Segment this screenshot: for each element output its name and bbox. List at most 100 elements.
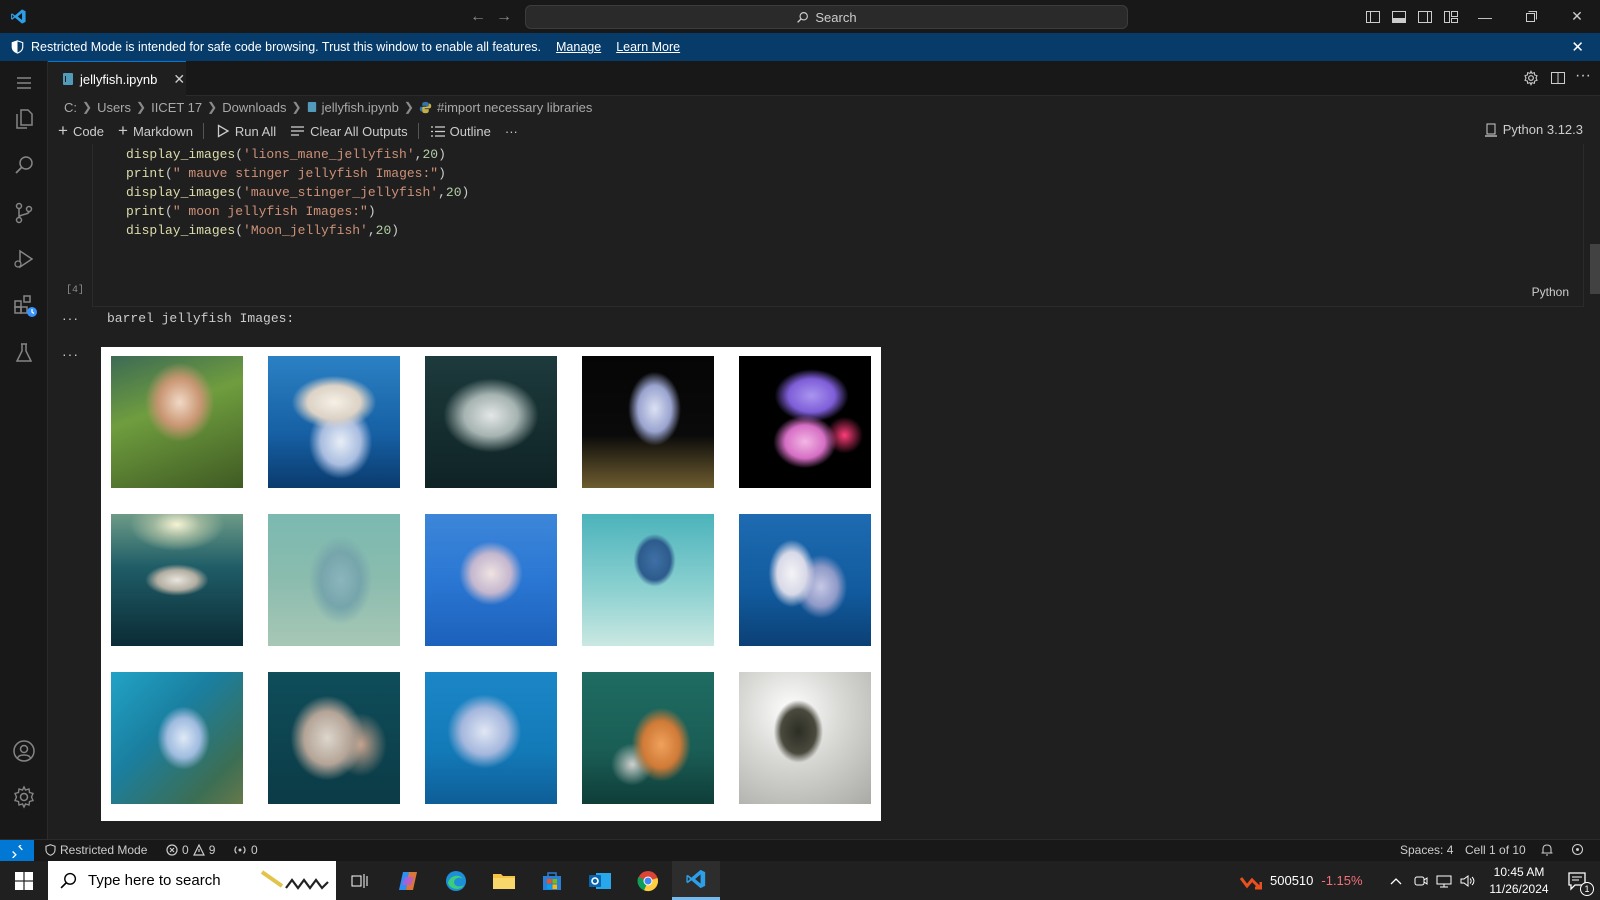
volume-icon[interactable] (1460, 861, 1476, 900)
jellyfish-image (111, 672, 243, 804)
vscode-taskbar-icon[interactable] (672, 861, 720, 900)
search-icon (60, 872, 77, 889)
add-markdown-cell-button[interactable]: + Markdown (118, 121, 193, 141)
restricted-mode-status[interactable]: Restricted Mode (45, 843, 147, 857)
learn-more-link[interactable]: Learn More (616, 40, 680, 54)
jellyfish-image (268, 672, 400, 804)
breadcrumb-item[interactable]: jellyfish.ipynb (322, 100, 399, 115)
clock[interactable]: 10:45 AM 11/26/2024 (1484, 861, 1554, 900)
cell-position-status[interactable]: Cell 1 of 10 (1465, 843, 1526, 857)
copilot-icon[interactable] (384, 861, 432, 900)
jellyfish-image (268, 356, 400, 488)
search-icon (796, 11, 809, 24)
explorer-icon[interactable] (12, 107, 36, 131)
kernel-picker[interactable]: Python 3.12.3 (1484, 122, 1583, 137)
breadcrumb-item[interactable]: #import necessary libraries (437, 100, 592, 115)
kernel-label: Python 3.12.3 (1502, 122, 1583, 137)
stock-chart-icon (1240, 872, 1262, 890)
more-actions-icon[interactable]: ··· (1575, 67, 1591, 85)
close-tab-icon[interactable]: ✕ (173, 71, 185, 88)
more-toolbar-actions[interactable]: ··· (505, 124, 518, 139)
breadcrumb-item[interactable]: IICET 17 (151, 100, 202, 115)
search-placeholder: Search (815, 9, 857, 25)
network-icon[interactable] (1436, 861, 1452, 900)
activity-bar (0, 61, 48, 839)
command-search-box[interactable]: Search (525, 5, 1128, 29)
task-view-icon[interactable] (336, 861, 384, 900)
kernel-icon (1484, 123, 1497, 137)
outlook-icon[interactable] (576, 861, 624, 900)
chevron-right-icon: ❯ (403, 100, 414, 114)
tab-jellyfish-notebook[interactable]: jellyfish.ipynb ✕ (48, 61, 186, 96)
toggle-secondary-sidebar-icon[interactable] (1417, 9, 1433, 25)
start-button[interactable] (0, 861, 48, 900)
microsoft-store-icon[interactable] (528, 861, 576, 900)
play-icon (216, 124, 230, 138)
stock-widget[interactable]: 500510 -1.15% (1240, 861, 1363, 900)
search-view-icon[interactable] (12, 153, 36, 177)
indentation-status[interactable]: Spaces: 4 (1400, 843, 1453, 857)
meet-now-icon[interactable] (1414, 861, 1428, 900)
clear-all-icon (290, 125, 305, 138)
jellyfish-image (425, 356, 557, 488)
source-control-icon[interactable] (12, 201, 36, 225)
breadcrumb-item[interactable]: C: (64, 100, 77, 115)
show-hidden-icons-chevron-icon[interactable] (1390, 861, 1402, 900)
more-label: ··· (504, 123, 518, 139)
code-line: display_images('lions_mane_jellyfish',20… (126, 147, 446, 162)
close-window-button[interactable]: ✕ (1554, 0, 1600, 33)
vscode-logo-icon (10, 8, 27, 25)
outline-button[interactable]: Outline (430, 124, 491, 139)
ports-status[interactable]: 0 (233, 843, 258, 857)
execution-count: [4] (66, 285, 85, 296)
cell-language[interactable]: Python (1532, 285, 1569, 299)
code-line: print(" mauve stinger jellyfish Images:"… (126, 166, 446, 181)
file-explorer-icon[interactable] (480, 861, 528, 900)
code-cell[interactable]: display_images('lions_mane_jellyfish',20… (92, 144, 1584, 307)
manage-gear-icon[interactable] (12, 785, 36, 809)
taskbar-search-box[interactable]: Type here to search (48, 861, 336, 900)
extensions-icon[interactable] (12, 293, 38, 319)
notification-count-badge: 1 (1580, 882, 1594, 896)
restore-button[interactable] (1508, 0, 1554, 33)
clear-all-label: Clear All Outputs (310, 123, 408, 139)
jellyfish-image (582, 672, 714, 804)
ports-count: 0 (251, 843, 258, 857)
forward-arrow-icon[interactable]: → (496, 8, 512, 26)
feedback-icon[interactable] (1571, 843, 1584, 856)
notifications-bell-icon[interactable] (1541, 843, 1553, 856)
run-all-button[interactable]: Run All (216, 124, 276, 139)
chrome-icon[interactable] (624, 861, 672, 900)
customize-layout-icon[interactable] (1443, 9, 1459, 25)
remote-indicator[interactable] (0, 840, 34, 862)
chevron-right-icon: ❯ (291, 100, 302, 114)
clear-all-outputs-button[interactable]: Clear All Outputs (290, 124, 408, 139)
add-code-cell-button[interactable]: + Code (58, 121, 104, 141)
output-more-icon[interactable]: ··· (62, 346, 79, 362)
plus-icon: + (118, 121, 128, 140)
editor-scrollbar[interactable] (1590, 244, 1600, 294)
breadcrumb: C: ❯ Users ❯ IICET 17 ❯ Downloads ❯ jell… (48, 96, 1600, 118)
run-debug-icon[interactable] (12, 247, 36, 271)
breadcrumb-item[interactable]: Users (97, 100, 131, 115)
breadcrumb-item[interactable]: Downloads (222, 100, 286, 115)
edge-browser-icon[interactable] (432, 861, 480, 900)
clock-time: 10:45 AM (1493, 864, 1545, 879)
testing-icon[interactable] (12, 341, 36, 365)
notebook-settings-icon[interactable] (1523, 70, 1539, 86)
menu-icon[interactable] (12, 71, 36, 95)
back-arrow-icon[interactable]: ← (470, 8, 486, 26)
jellyfish-image (425, 672, 557, 804)
chevron-right-icon: ❯ (136, 100, 147, 114)
accounts-icon[interactable] (12, 739, 36, 763)
notification-center-icon[interactable]: 1 (1560, 861, 1594, 900)
minimize-button[interactable]: — (1462, 0, 1508, 33)
warning-icon (192, 844, 205, 856)
toggle-primary-sidebar-icon[interactable] (1365, 9, 1381, 25)
toggle-panel-icon[interactable] (1391, 9, 1407, 25)
split-editor-icon[interactable] (1550, 70, 1566, 86)
output-more-icon[interactable]: ··· (62, 310, 79, 326)
problems-status[interactable]: 0 9 (166, 843, 215, 857)
close-banner-icon[interactable]: ✕ (1571, 38, 1584, 56)
manage-link[interactable]: Manage (556, 40, 601, 54)
